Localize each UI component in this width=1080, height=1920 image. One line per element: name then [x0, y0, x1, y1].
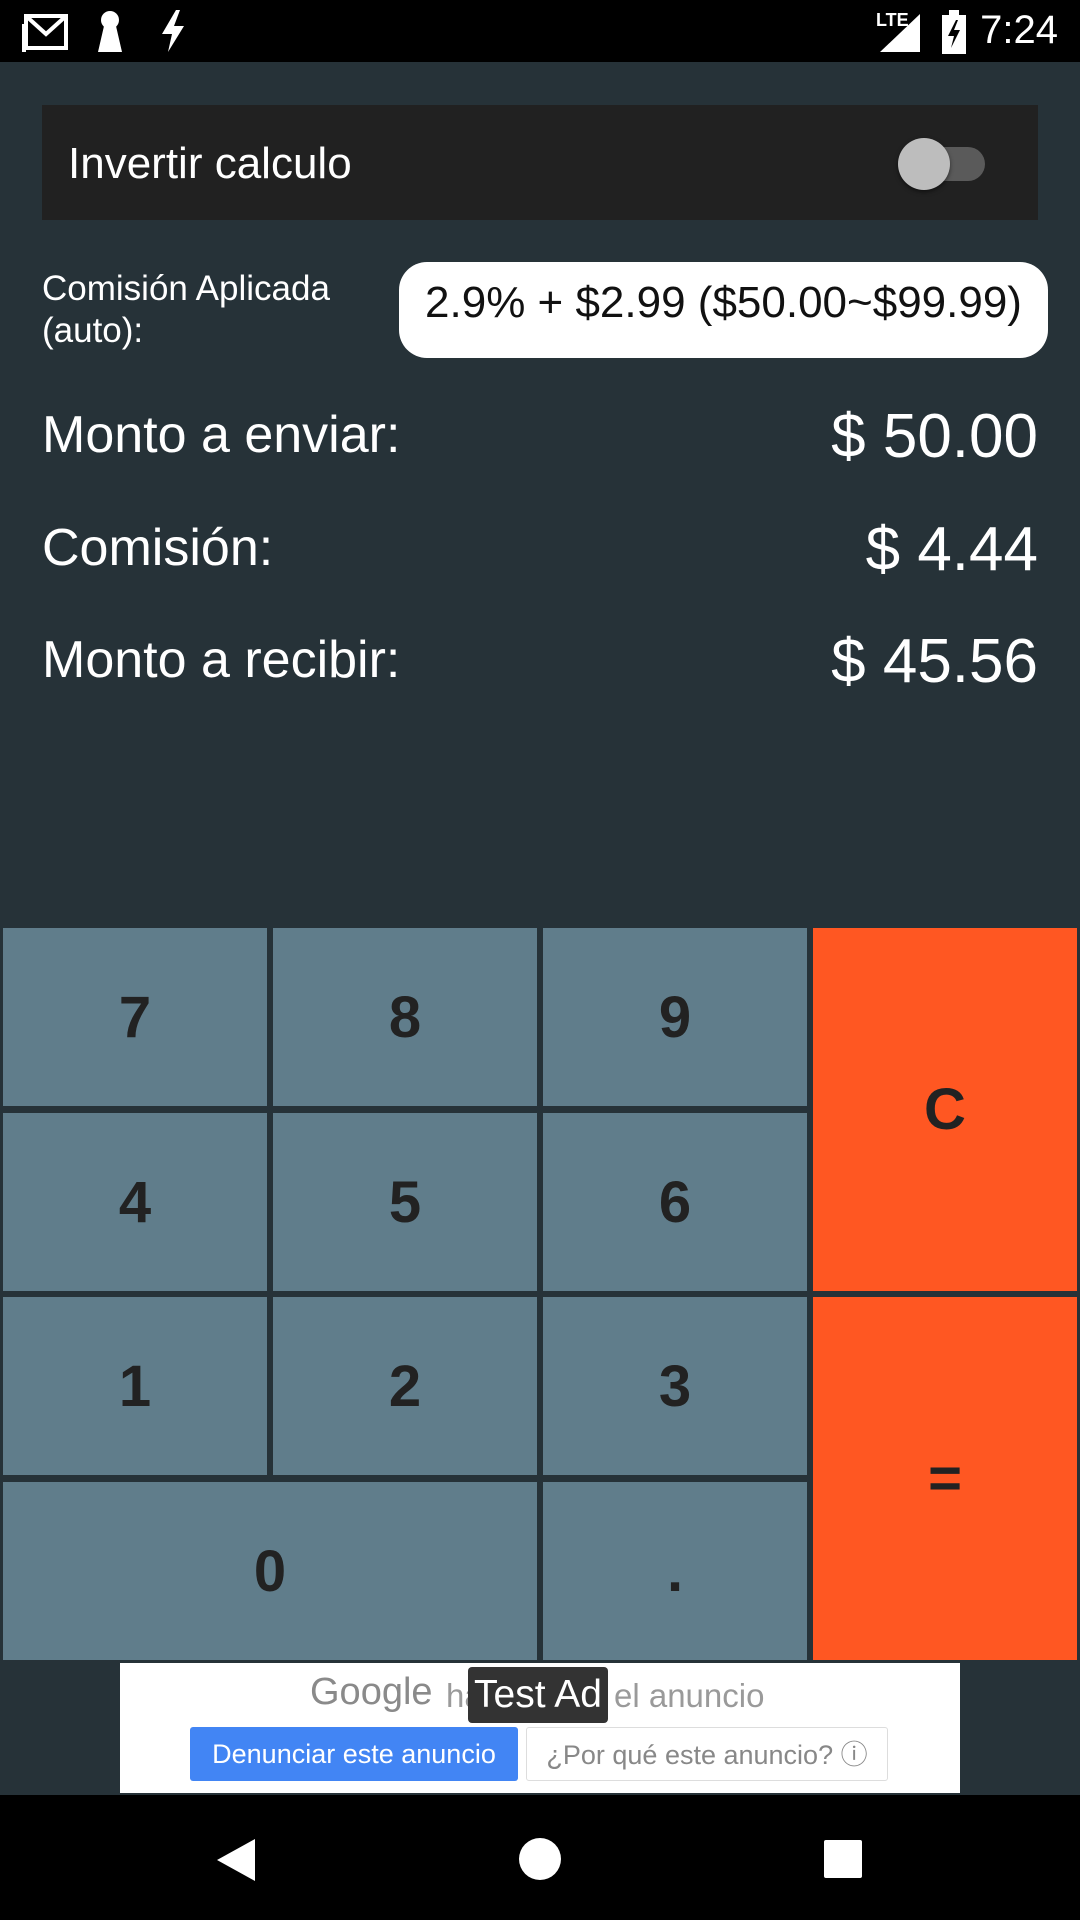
test-ad-badge: Test Ad [468, 1667, 608, 1723]
invert-card[interactable]: Invertir calculo [42, 105, 1038, 220]
invert-switch-thumb[interactable] [898, 138, 950, 190]
fee-label: Comisión Aplicada (auto): [42, 269, 330, 350]
ad-banner[interactable]: Google ha el anuncio Test Ad Denunciar e… [120, 1663, 960, 1793]
recents-icon[interactable] [823, 1839, 863, 1879]
google-logo: Google [310, 1671, 433, 1713]
key-5[interactable]: 5 [273, 1113, 537, 1291]
receive-row: Monto a recibir: $ 45.56 [42, 627, 1038, 696]
key-4[interactable]: 4 [3, 1113, 267, 1291]
clear-button[interactable]: C [813, 928, 1077, 1291]
key-0[interactable]: 0 [3, 1482, 537, 1660]
signal-icon [880, 14, 920, 52]
navigation-bar [0, 1795, 1080, 1920]
send-row: Monto a enviar: $ 50.00 [42, 402, 1038, 471]
gmail-icon [22, 14, 68, 52]
key-6[interactable]: 6 [543, 1113, 807, 1291]
fee-amount-value: $ 4.44 [865, 515, 1038, 584]
battery-charging-icon [942, 10, 966, 54]
send-value: $ 50.00 [831, 402, 1038, 471]
ad-hide-text-end: el anuncio [614, 1677, 765, 1714]
home-icon[interactable] [518, 1837, 562, 1881]
bolt-icon [162, 10, 184, 52]
fee-row: Comisión: $ 4.44 [42, 515, 1038, 584]
keyhole-icon [98, 11, 122, 52]
receive-label: Monto a recibir: [42, 631, 401, 689]
back-icon[interactable] [215, 1837, 257, 1883]
receive-value: $ 45.56 [831, 627, 1038, 696]
key-decimal[interactable]: . [543, 1482, 807, 1660]
report-ad-button[interactable]: Denunciar este anuncio [190, 1727, 518, 1781]
key-9[interactable]: 9 [543, 928, 807, 1106]
why-ad-button[interactable]: ¿Por qué este anuncio? ⓘ [526, 1727, 888, 1781]
send-label: Monto a enviar: [42, 406, 401, 464]
fee-selector[interactable]: 2.9% + $2.99 ($50.00~$99.99) [399, 262, 1048, 358]
invert-label: Invertir calculo [68, 139, 352, 188]
status-bar: LTE 7:24 [0, 0, 1080, 62]
key-2[interactable]: 2 [273, 1297, 537, 1475]
clock: 7:24 [980, 8, 1058, 52]
key-3[interactable]: 3 [543, 1297, 807, 1475]
fee-amount-label: Comisión: [42, 519, 274, 577]
key-1[interactable]: 1 [3, 1297, 267, 1475]
equals-button[interactable]: = [813, 1297, 1077, 1660]
key-7[interactable]: 7 [3, 928, 267, 1106]
key-8[interactable]: 8 [273, 928, 537, 1106]
